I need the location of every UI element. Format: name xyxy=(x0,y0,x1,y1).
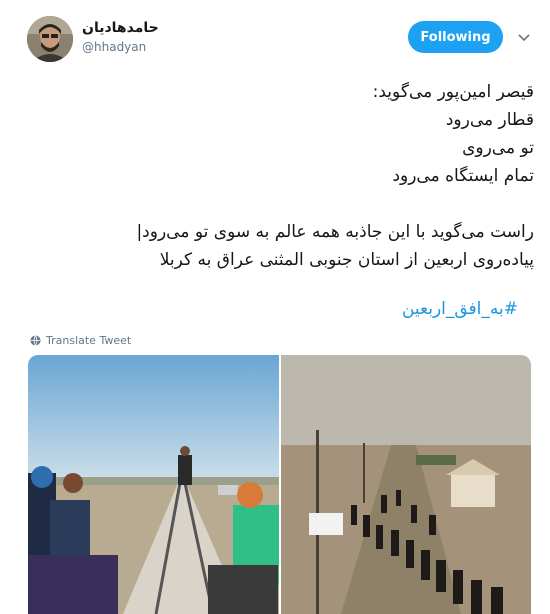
chevron-down-icon[interactable] xyxy=(517,33,531,43)
translate-tweet-label: Translate Tweet xyxy=(46,333,132,347)
tweet-line: پیاده‌روی اربعین از استان جنوبی المثنی ع… xyxy=(159,250,534,270)
railway-photo-image xyxy=(28,355,279,614)
translate-tweet-link[interactable]: Translate Tweet xyxy=(30,332,131,348)
photo-railway[interactable] xyxy=(28,355,279,614)
avatar[interactable] xyxy=(27,16,73,62)
tweet-line: قطار می‌رود xyxy=(445,110,534,130)
tweet-line: تمام ایستگاه می‌رود xyxy=(392,166,534,186)
tweet-line: قیصر امین‌پور می‌گوید: xyxy=(372,82,534,102)
pilgrims-photo-image xyxy=(280,355,531,614)
tweet-line: تو می‌روی xyxy=(462,138,534,158)
avatar-image xyxy=(27,16,73,62)
display-name[interactable]: حامدهادیان xyxy=(82,20,159,36)
photo-pilgrims[interactable] xyxy=(280,355,532,614)
globe-icon xyxy=(30,334,41,346)
hashtag-link[interactable]: #به_افق_اربعین xyxy=(402,299,518,319)
tweet-header: حامدهادیان @hhadyan Following xyxy=(0,0,550,72)
following-button[interactable]: Following xyxy=(408,21,503,53)
media-gallery[interactable] xyxy=(28,355,531,614)
tweet-line: راست می‌گوید با این جاذبه همه عالم به سو… xyxy=(136,222,534,242)
tweet-text: قیصر امین‌پور می‌گوید: قطار می‌رود تو می… xyxy=(30,78,534,274)
user-handle[interactable]: @hhadyan xyxy=(82,40,146,54)
